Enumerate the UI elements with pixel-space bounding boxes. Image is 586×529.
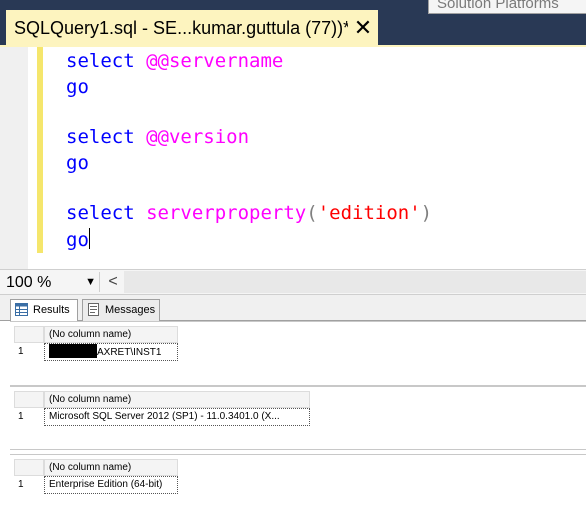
zoom-value: 100 % [6,274,52,291]
query-editor[interactable]: select @@servername go select @@version … [0,47,586,269]
close-icon[interactable]: ✕ [348,17,378,39]
grid-icon [15,303,28,316]
tab-sqlquery1[interactable]: SQLQuery1.sql - SE...kumar.guttula (77))… [6,10,378,46]
code-line-6: go [66,228,90,251]
cell-value: AXRET\INST1 [97,347,162,358]
result-grid-edition[interactable]: (No column name) 1 Enterprise Edition (6… [10,454,586,529]
result-grid-servername[interactable]: (No column name) 1 AXRET\INST1 [10,321,586,386]
result-grid-version[interactable]: (No column name) 1 Microsoft SQL Server … [10,386,586,450]
code-line-3: select @@version [66,126,250,148]
tab-title: SQLQuery1.sql - SE...kumar.guttula (77))… [14,17,348,38]
grid-corner [14,459,44,476]
scroll-left-icon[interactable]: < [104,272,122,292]
chevron-down-icon[interactable]: ▼ [85,272,96,293]
grid-corner [14,391,44,408]
code-line-1: select @@servername [66,50,284,72]
tab-results[interactable]: Results [10,299,78,322]
column-header[interactable]: (No column name) [44,326,178,343]
zoom-dropdown[interactable]: 100 % ▼ [6,272,98,293]
row-number[interactable]: 1 [14,476,44,494]
row-number[interactable]: 1 [14,408,44,426]
horizontal-scrollbar[interactable] [124,271,586,293]
column-header[interactable]: (No column name) [44,391,310,408]
tab-messages[interactable]: Messages [82,299,160,321]
messages-icon [88,303,99,316]
code-line-5: select serverproperty('edition') [66,202,433,224]
tab-messages-label: Messages [105,304,156,316]
redacted-block [49,344,97,358]
grid-cell[interactable]: Enterprise Edition (64-bit) [44,476,178,494]
code-line-4: go [66,152,89,174]
row-number[interactable]: 1 [14,343,44,361]
change-tracking-bar [37,47,43,253]
solution-platforms-dropdown[interactable]: Solution Platforms [428,0,586,14]
grid-corner [14,326,44,343]
code-line-2: go [66,76,89,98]
grid-cell[interactable]: Microsoft SQL Server 2012 (SP1) - 11.0.3… [44,408,310,426]
results-tab-strip: Results Messages [0,295,586,322]
divider [99,272,100,292]
document-tab-bar: Solution Platforms SQLQuery1.sql - SE...… [0,0,586,46]
column-header[interactable]: (No column name) [44,459,178,476]
zoom-bar: 100 % ▼ < [0,269,586,295]
text-cursor [88,228,90,249]
editor-margin [0,47,28,269]
grid-cell[interactable]: AXRET\INST1 [44,343,178,361]
tab-results-label: Results [33,304,70,316]
results-pane: Results Messages (No column name) 1 AXRE… [0,295,586,529]
